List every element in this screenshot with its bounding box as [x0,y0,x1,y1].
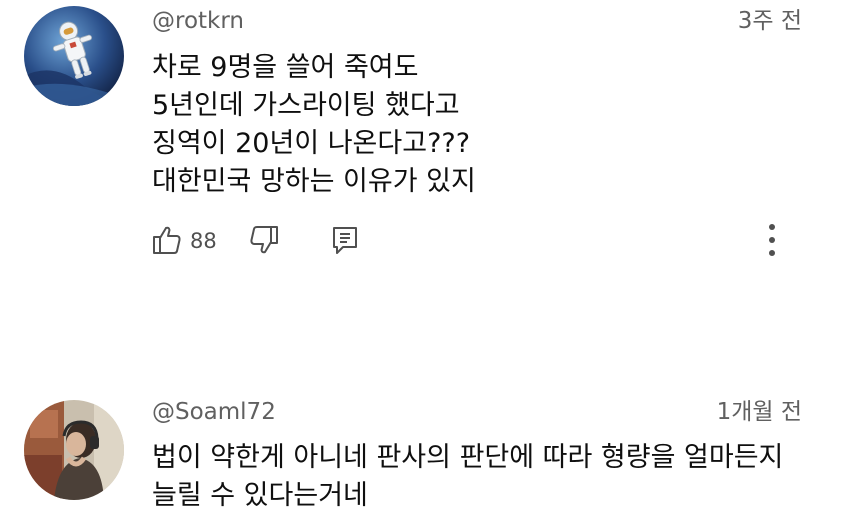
comment-text-line: 차로 9명을 쓸어 죽여도 [152,52,419,83]
comment-timestamp: 3주 전 [737,8,802,34]
comment-author[interactable]: @Soaml72 [152,398,276,426]
comment-item: @rotkrn 3주 전 차로 9명을 쓸어 죽여도 5년인데 가스라이팅 했다… [0,0,854,300]
avatar[interactable] [24,6,124,106]
thumbs-down-icon[interactable] [249,224,279,256]
more-vertical-icon[interactable] [760,222,784,260]
comment-text-line: 징역이 20년이 나온다고??? [152,128,471,159]
avatar[interactable] [24,400,124,500]
comment-text-line: 법이 약한게 아니네 판사의 판단에 따라 형량을 얼마든지 [152,442,784,473]
comment-author[interactable]: @rotkrn [152,7,244,35]
comment-item: @Soaml72 1개월 전 법이 약한게 아니네 판사의 판단에 따라 형량을… [0,390,854,524]
comment-action-bar: 88 [152,222,802,262]
thumbs-up-icon[interactable] [152,224,182,256]
comment-text-line: 대한민국 망하는 이유가 있지 [152,166,476,197]
woman-headphones-avatar-image [24,400,124,500]
comment-text-line: 5년인데 가스라이팅 했다고 [152,90,460,121]
comment-timestamp: 1개월 전 [716,399,802,425]
comment-body: 차로 9명을 쓸어 죽여도 5년인데 가스라이팅 했다고 징역이 20년이 나온… [152,49,476,201]
reply-comment-icon[interactable] [330,224,360,256]
comment-body: 법이 약한게 아니네 판사의 판단에 따라 형량을 얼마든지 늘릴 수 있다는거… [152,439,783,515]
comment-text-line: 늘릴 수 있다는거네 [152,480,368,511]
like-count: 88 [190,229,217,253]
astronaut-avatar-image [24,6,124,106]
